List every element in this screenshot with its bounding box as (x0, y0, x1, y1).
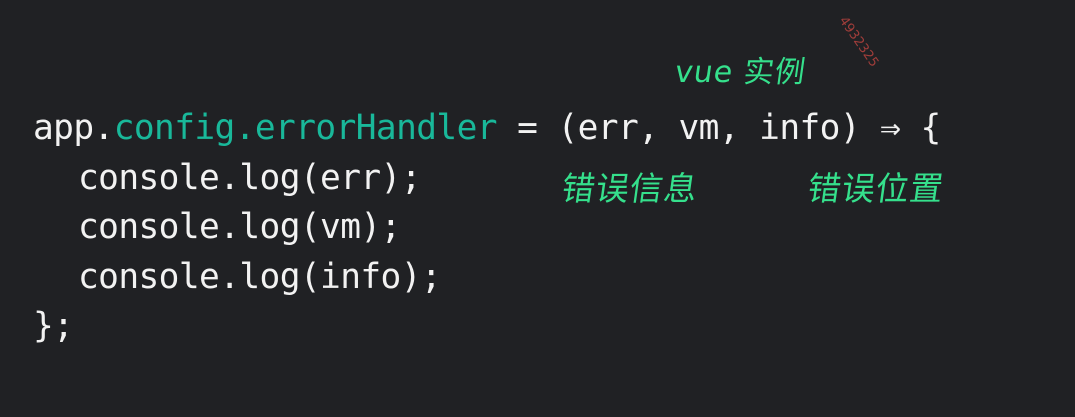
video-frame: 4932325 vue 实例 app.config.errorHandler =… (0, 0, 1075, 417)
annotation-error-info: 错误信息 (559, 169, 701, 208)
code-line-3-text: console.log(vm); (78, 207, 401, 247)
watermark: 4932325 (835, 14, 882, 71)
code-line-3: console.log(vm); (33, 203, 941, 253)
code-token-app: app. (33, 108, 114, 148)
code-token-arrow-function: = (err, vm, info) ⇒ { (496, 108, 941, 148)
annotation-error-location: 错误位置 (805, 169, 947, 208)
annotation-vue-instance: vue 实例 (672, 55, 809, 90)
code-block: app.config.errorHandler = (err, vm, info… (33, 104, 941, 352)
code-line-5-text: }; (33, 306, 74, 346)
code-line-1: app.config.errorHandler = (err, vm, info… (33, 104, 941, 154)
code-line-5: }; (33, 302, 941, 352)
code-line-4-text: console.log(info); (78, 256, 442, 297)
code-line-4: console.log(info); (33, 253, 941, 303)
code-line-2: console.log(err); (33, 154, 941, 204)
code-token-config-errorhandler: config.errorHandler (113, 108, 498, 148)
code-line-2-text: console.log(err); (78, 157, 422, 198)
